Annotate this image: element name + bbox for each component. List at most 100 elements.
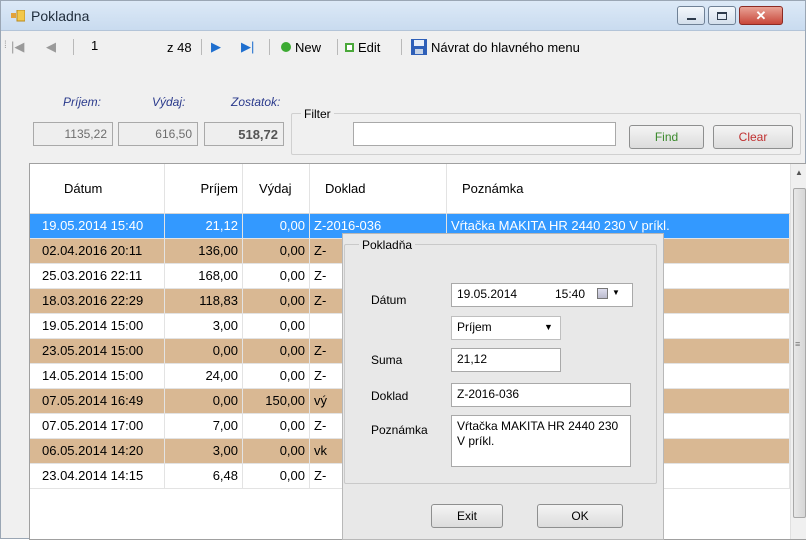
edit-button[interactable]: Edit bbox=[345, 38, 380, 56]
edit-icon bbox=[345, 42, 354, 52]
cell-expense[interactable]: 0,00 bbox=[243, 289, 310, 314]
income-total: 1135,22 bbox=[33, 122, 113, 146]
column-header-date[interactable]: Dátum bbox=[30, 164, 165, 214]
dropdown-icon: ▼ bbox=[612, 288, 620, 297]
exit-button[interactable]: Exit bbox=[431, 504, 503, 528]
cell-income[interactable]: 24,00 bbox=[165, 364, 243, 389]
cell-expense[interactable]: 0,00 bbox=[243, 314, 310, 339]
vertical-scrollbar[interactable]: ▲ ≡ bbox=[790, 164, 806, 539]
cell-date[interactable]: 14.05.2014 15:00 bbox=[30, 364, 165, 389]
minimize-button[interactable] bbox=[677, 6, 705, 25]
grid-header: Dátum Príjem Výdaj Doklad Poznámka bbox=[30, 164, 790, 214]
dialog-sum-input[interactable]: 21,12 bbox=[451, 348, 561, 372]
prev-icon: ◀ bbox=[46, 39, 56, 54]
title-bar: Pokladna ✕ bbox=[1, 1, 805, 31]
toolbar-separator bbox=[401, 39, 402, 55]
scrollbar-thumb[interactable]: ≡ bbox=[793, 188, 806, 518]
cell-expense[interactable]: 150,00 bbox=[243, 389, 310, 414]
cell-expense[interactable]: 0,00 bbox=[243, 364, 310, 389]
column-header-income[interactable]: Príjem bbox=[165, 164, 243, 214]
dialog-date-picker[interactable]: 19.05.2014 15:40 ▼ bbox=[451, 283, 633, 307]
balance-total: 518,72 bbox=[204, 122, 284, 146]
last-button[interactable]: ▶| bbox=[241, 38, 254, 56]
cell-expense[interactable]: 0,00 bbox=[243, 339, 310, 364]
cell-date[interactable]: 06.05.2014 14:20 bbox=[30, 439, 165, 464]
next-button[interactable]: ▶ bbox=[211, 38, 221, 56]
dialog-group-label: Pokladňa bbox=[359, 238, 416, 252]
cell-expense[interactable]: 0,00 bbox=[243, 214, 310, 239]
clear-button[interactable]: Clear bbox=[713, 125, 793, 149]
dialog-note-input[interactable]: Vŕtačka MAKITA HR 2440 230 V príkl. bbox=[451, 415, 631, 467]
calendar-icon[interactable] bbox=[597, 288, 608, 299]
cell-date[interactable]: 07.05.2014 16:49 bbox=[30, 389, 165, 414]
cell-date[interactable]: 18.03.2016 22:29 bbox=[30, 289, 165, 314]
dialog-doc-input[interactable]: Z-2016-036 bbox=[451, 383, 631, 407]
ok-button[interactable]: OK bbox=[537, 504, 623, 528]
new-button[interactable]: New bbox=[281, 38, 321, 56]
dialog-type-select[interactable]: Príjem ▼ bbox=[451, 316, 561, 340]
record-count: z 48 bbox=[167, 39, 192, 55]
cell-income[interactable]: 3,00 bbox=[165, 314, 243, 339]
maximize-button[interactable] bbox=[708, 6, 736, 25]
minimize-icon bbox=[686, 17, 696, 20]
cell-date[interactable]: 07.05.2014 17:00 bbox=[30, 414, 165, 439]
toolbar-grip: ⁞ bbox=[4, 40, 7, 51]
close-button[interactable]: ✕ bbox=[739, 6, 783, 25]
cell-date[interactable]: 19.05.2014 15:00 bbox=[30, 314, 165, 339]
cell-expense[interactable]: 0,00 bbox=[243, 414, 310, 439]
cell-expense[interactable]: 0,00 bbox=[243, 464, 310, 489]
window-title: Pokladna bbox=[31, 8, 90, 24]
filter-label: Filter bbox=[301, 107, 334, 121]
cell-income[interactable]: 21,12 bbox=[165, 214, 243, 239]
cell-date[interactable]: 02.04.2016 20:11 bbox=[30, 239, 165, 264]
income-label: Príjem: bbox=[63, 95, 102, 109]
cell-expense[interactable]: 0,00 bbox=[243, 439, 310, 464]
cell-expense[interactable]: 0,00 bbox=[243, 239, 310, 264]
position-input[interactable]: 1 bbox=[87, 37, 137, 57]
cell-expense[interactable]: 0,00 bbox=[243, 264, 310, 289]
cell-income[interactable]: 168,00 bbox=[165, 264, 243, 289]
scroll-up-icon[interactable]: ▲ bbox=[795, 168, 803, 177]
close-icon: ✕ bbox=[755, 7, 767, 23]
cell-date[interactable]: 23.04.2014 14:15 bbox=[30, 464, 165, 489]
toolbar-separator bbox=[73, 39, 74, 55]
column-header-expense[interactable]: Výdaj bbox=[243, 164, 310, 214]
save-icon bbox=[411, 39, 427, 55]
app-window: Pokladna ✕ ⁞ |◀ ◀ 1 z 48 ▶ ▶| New Edit N… bbox=[0, 0, 806, 540]
cell-income[interactable]: 0,00 bbox=[165, 389, 243, 414]
next-icon: ▶ bbox=[211, 39, 221, 54]
cell-income[interactable]: 0,00 bbox=[165, 339, 243, 364]
cell-date[interactable]: 23.05.2014 15:00 bbox=[30, 339, 165, 364]
expense-total: 616,50 bbox=[118, 122, 198, 146]
first-icon: |◀ bbox=[11, 39, 25, 54]
dropdown-icon: ▼ bbox=[544, 322, 553, 332]
maximize-icon bbox=[717, 11, 727, 20]
cell-income[interactable]: 118,83 bbox=[165, 289, 243, 314]
column-header-doc[interactable]: Doklad bbox=[310, 164, 447, 214]
cell-income[interactable]: 136,00 bbox=[165, 239, 243, 264]
navigation-toolbar: ⁞ |◀ ◀ 1 z 48 ▶ ▶| New Edit Návrat do hl… bbox=[1, 31, 805, 63]
cell-date[interactable]: 25.03.2016 22:11 bbox=[30, 264, 165, 289]
cell-income[interactable]: 7,00 bbox=[165, 414, 243, 439]
prev-button[interactable]: ◀ bbox=[46, 38, 56, 56]
edit-label: Edit bbox=[358, 39, 381, 55]
dialog-doc-label: Doklad bbox=[371, 389, 409, 403]
new-label: New bbox=[295, 39, 322, 55]
toolbar-separator bbox=[201, 39, 202, 55]
dialog-note-label: Poznámka bbox=[371, 423, 428, 437]
dialog-type-value: Príjem bbox=[457, 320, 492, 334]
toolbar-separator bbox=[337, 39, 338, 55]
cell-income[interactable]: 3,00 bbox=[165, 439, 243, 464]
cell-income[interactable]: 6,48 bbox=[165, 464, 243, 489]
filter-input[interactable] bbox=[353, 122, 616, 146]
cell-date[interactable]: 19.05.2014 15:40 bbox=[30, 214, 165, 239]
balance-label: Zostatok: bbox=[231, 95, 281, 109]
first-button[interactable]: |◀ bbox=[11, 38, 24, 56]
back-to-menu-button[interactable]: Návrat do hlavného menu bbox=[411, 38, 580, 56]
new-icon bbox=[281, 42, 291, 52]
dialog-date-label: Dátum bbox=[371, 293, 407, 307]
find-button[interactable]: Find bbox=[629, 125, 704, 149]
dialog-date-value: 19.05.2014 bbox=[457, 287, 518, 301]
dialog-sum-label: Suma bbox=[371, 353, 403, 367]
column-header-note[interactable]: Poznámka bbox=[447, 164, 790, 214]
